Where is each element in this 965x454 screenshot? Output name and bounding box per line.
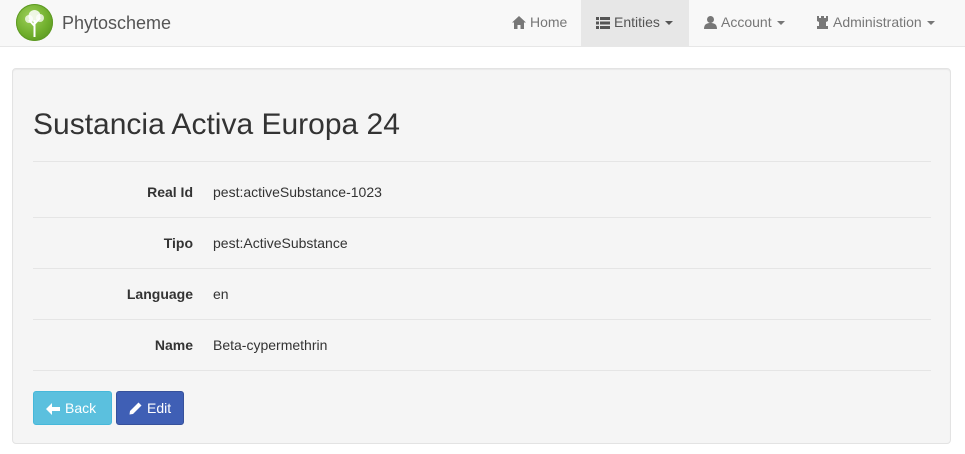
pencil-icon xyxy=(129,402,142,415)
divider xyxy=(33,370,931,371)
detail-panel: Sustancia Activa Europa 24 Real Id pest:… xyxy=(12,68,951,444)
chevron-down-icon xyxy=(664,21,673,25)
field-value-real-id: pest:activeSubstance-1023 xyxy=(213,184,382,200)
page-title: Sustancia Activa Europa 24 xyxy=(33,108,400,141)
nav-home[interactable]: Home xyxy=(497,0,582,46)
field-label-language: Language xyxy=(126,286,193,302)
nav-home-label: Home xyxy=(530,14,568,30)
chevron-down-icon xyxy=(776,21,785,25)
divider xyxy=(33,319,931,320)
nav-entities[interactable]: Entities xyxy=(581,0,689,46)
list-icon xyxy=(596,17,610,29)
chevron-down-icon xyxy=(926,21,935,25)
nav-account[interactable]: Account xyxy=(689,0,800,46)
edit-button[interactable]: Edit xyxy=(116,391,184,425)
field-value-tipo: pest:ActiveSubstance xyxy=(213,235,348,251)
home-icon xyxy=(512,16,526,29)
divider xyxy=(33,268,931,269)
nav-administration-label: Administration xyxy=(833,14,922,30)
field-label-real-id: Real Id xyxy=(147,184,193,200)
divider xyxy=(33,161,931,162)
field-value-language: en xyxy=(213,286,229,302)
field-label-name: Name xyxy=(154,337,193,353)
user-icon xyxy=(704,16,717,29)
nav-administration[interactable]: Administration xyxy=(801,0,950,46)
tree-logo-icon[interactable] xyxy=(16,4,53,41)
back-button-label: Back xyxy=(65,400,97,416)
edit-button-label: Edit xyxy=(147,400,172,416)
field-label-tipo: Tipo xyxy=(163,235,193,251)
divider xyxy=(33,217,931,218)
top-navbar: Phytoscheme Home Entities Account Admini… xyxy=(0,0,965,47)
nav-account-label: Account xyxy=(721,14,772,30)
back-button[interactable]: Back xyxy=(33,391,112,425)
nav-entities-label: Entities xyxy=(614,14,660,30)
tower-icon xyxy=(817,16,828,29)
brand-name[interactable]: Phytoscheme xyxy=(62,13,171,33)
field-value-name: Beta-cypermethrin xyxy=(213,337,328,353)
arrow-left-icon xyxy=(46,403,60,415)
